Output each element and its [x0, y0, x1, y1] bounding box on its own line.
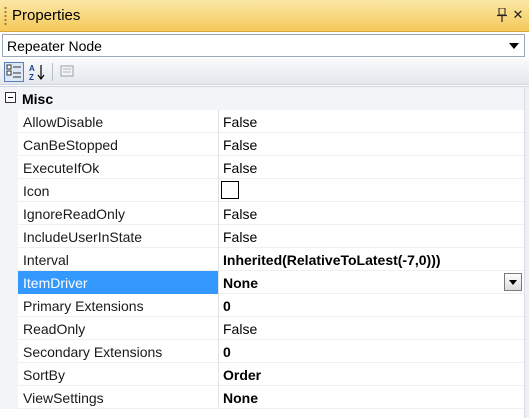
property-value[interactable]: None: [223, 275, 258, 291]
property-row[interactable]: AllowDisable False: [0, 110, 529, 133]
property-row[interactable]: IgnoreReadOnly False: [0, 202, 529, 225]
property-value[interactable]: False: [223, 321, 257, 337]
category-label: Misc: [22, 91, 54, 107]
property-value[interactable]: Order: [223, 367, 261, 383]
selected-object: Repeater Node: [7, 38, 102, 54]
column-divider[interactable]: [218, 179, 219, 202]
row-gutter: [0, 179, 18, 202]
row-gutter: [0, 133, 18, 156]
row-gutter: [0, 156, 18, 179]
property-name[interactable]: Interval: [23, 252, 69, 268]
column-divider[interactable]: [218, 317, 219, 340]
svg-text:A: A: [29, 64, 35, 73]
column-divider[interactable]: [218, 294, 219, 317]
property-row[interactable]: IncludeUserInState False: [0, 225, 529, 248]
toolbar-separator: [52, 63, 53, 81]
property-value[interactable]: None: [223, 390, 258, 406]
row-gutter: [0, 363, 18, 386]
pin-icon[interactable]: [497, 8, 507, 22]
vertical-scrollbar[interactable]: [524, 87, 529, 418]
property-name[interactable]: SortBy: [23, 367, 65, 383]
row-gutter: [0, 271, 18, 294]
row-gutter: [0, 248, 18, 271]
close-icon[interactable]: ✕: [512, 8, 524, 22]
column-divider[interactable]: [218, 110, 219, 133]
property-name[interactable]: IncludeUserInState: [23, 229, 142, 245]
property-pages-button[interactable]: [58, 62, 78, 82]
row-gutter: [0, 202, 18, 225]
property-name[interactable]: AllowDisable: [23, 114, 103, 130]
property-row[interactable]: ItemDriver None: [0, 271, 529, 294]
toolbar: A Z: [0, 59, 529, 85]
property-value[interactable]: Inherited(RelativeToLatest(-7,0))): [223, 252, 441, 268]
title-bar: Properties ✕: [0, 0, 529, 32]
column-divider[interactable]: [218, 202, 219, 225]
property-name[interactable]: Primary Extensions: [23, 298, 144, 314]
property-name[interactable]: CanBeStopped: [23, 137, 118, 153]
chevron-down-icon: [509, 43, 519, 49]
property-value[interactable]: 0: [223, 344, 231, 360]
property-value[interactable]: False: [223, 160, 257, 176]
property-row[interactable]: SortBy Order: [0, 363, 529, 386]
property-name[interactable]: ReadOnly: [23, 321, 85, 337]
row-gutter: [0, 386, 18, 409]
property-row[interactable]: Primary Extensions 0: [0, 294, 529, 317]
property-value[interactable]: False: [223, 114, 257, 130]
column-divider[interactable]: [218, 248, 219, 271]
property-name[interactable]: ExecuteIfOk: [23, 160, 99, 176]
drag-grip-icon[interactable]: [4, 6, 7, 26]
property-value[interactable]: False: [223, 137, 257, 153]
column-divider[interactable]: [218, 386, 219, 409]
property-grid: Misc AllowDisable False CanBeStopped False E…: [0, 86, 529, 418]
property-row[interactable]: ReadOnly False: [0, 317, 529, 340]
column-divider[interactable]: [218, 271, 219, 294]
property-value[interactable]: False: [223, 229, 257, 245]
row-gutter: [0, 225, 18, 248]
value-dropdown-button[interactable]: [504, 273, 522, 291]
column-divider[interactable]: [218, 340, 219, 363]
alphabetical-view-button[interactable]: A Z: [28, 62, 48, 82]
property-name[interactable]: Icon: [23, 183, 49, 199]
property-value[interactable]: False: [223, 206, 257, 222]
column-divider[interactable]: [218, 225, 219, 248]
icon-preview-box[interactable]: [221, 181, 239, 199]
property-row[interactable]: Interval Inherited(RelativeToLatest(-7,0)…: [0, 248, 529, 271]
column-divider[interactable]: [218, 363, 219, 386]
row-gutter: [0, 294, 18, 317]
property-name[interactable]: IgnoreReadOnly: [23, 206, 125, 222]
property-row[interactable]: ViewSettings None: [0, 386, 529, 409]
column-divider[interactable]: [218, 133, 219, 156]
property-row[interactable]: Secondary Extensions 0: [0, 340, 529, 363]
categorized-icon: [6, 64, 21, 78]
property-row[interactable]: CanBeStopped False: [0, 133, 529, 156]
collapse-icon[interactable]: [5, 92, 16, 103]
category-row-misc[interactable]: Misc: [0, 87, 529, 110]
row-gutter: [0, 340, 18, 363]
column-divider[interactable]: [218, 156, 219, 179]
property-name[interactable]: Secondary Extensions: [23, 344, 162, 360]
property-value[interactable]: 0: [223, 298, 231, 314]
property-row[interactable]: ExecuteIfOk False: [0, 156, 529, 179]
row-gutter: [0, 110, 18, 133]
object-selector-dropdown[interactable]: Repeater Node: [2, 34, 525, 57]
sort-alphabetical-icon: A Z: [29, 64, 45, 82]
svg-text:Z: Z: [29, 73, 34, 82]
categorized-view-button[interactable]: [4, 62, 24, 82]
row-gutter: [0, 317, 18, 340]
property-pages-icon: [60, 65, 74, 77]
panel-title: Properties: [12, 7, 81, 24]
property-row[interactable]: Icon: [0, 179, 529, 202]
property-name[interactable]: ViewSettings: [23, 390, 104, 406]
property-name[interactable]: ItemDriver: [23, 275, 88, 291]
